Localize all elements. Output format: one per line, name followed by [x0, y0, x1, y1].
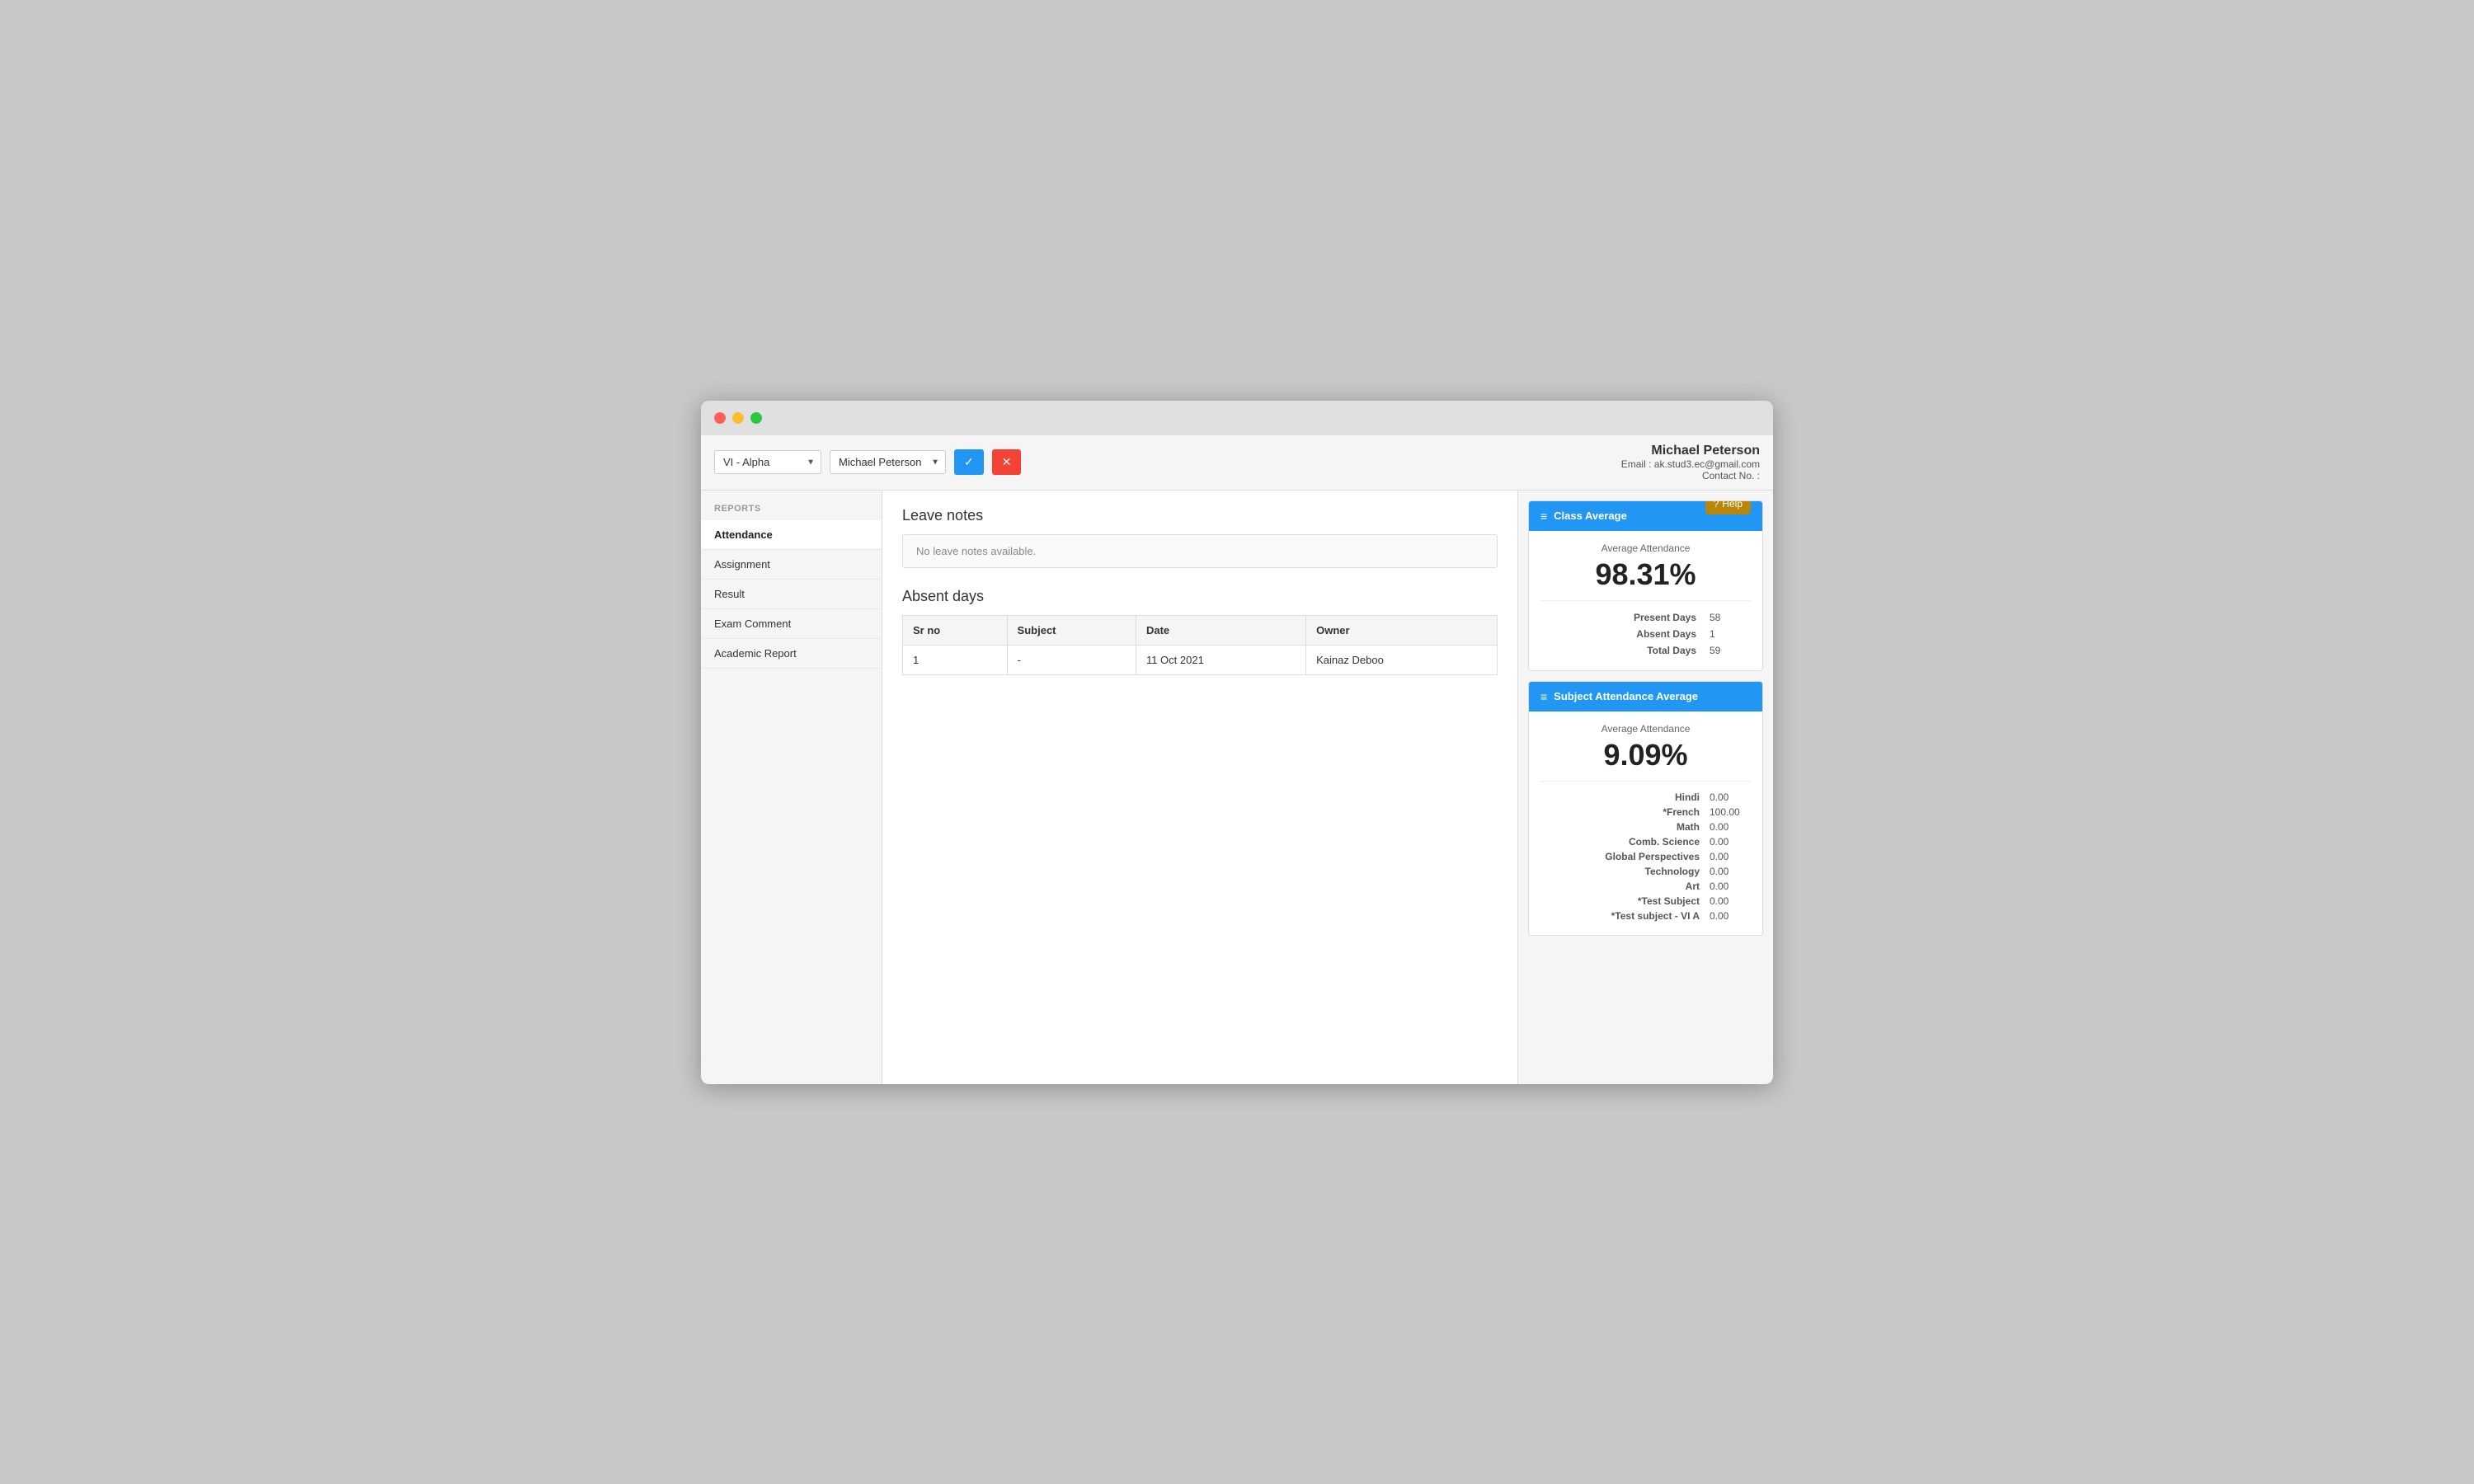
- user-email: Email : ak.stud3.ec@gmail.com: [1621, 458, 1760, 470]
- leave-notes-box: No leave notes available.: [902, 534, 1498, 568]
- subject-name: *Test Subject: [1540, 895, 1710, 907]
- subject-row: Math0.00: [1540, 819, 1751, 834]
- absent-days-label: Absent Days: [1540, 628, 1696, 640]
- absent-days-title: Absent days: [902, 588, 1498, 605]
- subject-value: 0.00: [1710, 881, 1751, 892]
- subject-row: *Test Subject0.00: [1540, 894, 1751, 909]
- main-content: REPORTS Attendance Assignment Result Exa…: [701, 491, 1773, 1084]
- email-value: ak.stud3.ec@gmail.com: [1654, 458, 1760, 470]
- subject-name: *Test subject - VI A: [1540, 910, 1710, 922]
- total-days-label: Total Days: [1540, 645, 1696, 656]
- class-average-card: ≡ Class Average ? Help Average Attendanc…: [1528, 500, 1763, 671]
- contact-label: Contact No. :: [1702, 470, 1760, 481]
- sidebar-item-exam-comment[interactable]: Exam Comment: [701, 609, 882, 639]
- subject-value: 0.00: [1710, 910, 1751, 922]
- subject-attendance-card: ≡ Subject Attendance Average Average Att…: [1528, 681, 1763, 936]
- cell-date: 11 Oct 2021: [1136, 645, 1305, 674]
- subject-value: 100.00: [1710, 806, 1751, 818]
- subject-row: *Test subject - VI A0.00: [1540, 909, 1751, 923]
- present-days-label: Present Days: [1540, 612, 1696, 623]
- class-stats-table: Present Days 58 Absent Days 1 Total Days…: [1540, 600, 1751, 659]
- help-icon: ?: [1714, 500, 1719, 510]
- sidebar-section-label: REPORTS: [701, 504, 882, 520]
- sidebar-item-academic-report[interactable]: Academic Report: [701, 639, 882, 669]
- cell-owner: Kainaz Deboo: [1306, 645, 1498, 674]
- subject-row: Hindi0.00: [1540, 790, 1751, 805]
- sidebar: REPORTS Attendance Assignment Result Exa…: [701, 491, 882, 1084]
- sidebar-item-assignment[interactable]: Assignment: [701, 550, 882, 580]
- sidebar-item-result[interactable]: Result: [701, 580, 882, 609]
- subject-name: Math: [1540, 821, 1710, 833]
- subject-attendance-body: Average Attendance 9.09% Hindi0.00*Frenc…: [1529, 711, 1762, 935]
- class-avg-icon: ≡: [1540, 510, 1547, 523]
- subject-name: Art: [1540, 881, 1710, 892]
- student-select[interactable]: Michael Peterson John Doe: [830, 450, 946, 474]
- class-avg-value: 98.31%: [1540, 557, 1751, 592]
- toolbar: VI - Alpha VI - Beta VII - Alpha ▼ Micha…: [701, 435, 1773, 491]
- subject-value: 0.00: [1710, 895, 1751, 907]
- col-owner: Owner: [1306, 615, 1498, 645]
- subject-row: Comb. Science0.00: [1540, 834, 1751, 849]
- subject-value: 0.00: [1710, 791, 1751, 803]
- content-area: Leave notes No leave notes available. Ab…: [882, 491, 1517, 1084]
- subject-name: Hindi: [1540, 791, 1710, 803]
- class-select-wrapper[interactable]: VI - Alpha VI - Beta VII - Alpha ▼: [714, 450, 821, 474]
- class-select[interactable]: VI - Alpha VI - Beta VII - Alpha: [714, 450, 821, 474]
- present-days-row: Present Days 58: [1540, 609, 1751, 626]
- cancel-button[interactable]: ✕: [992, 449, 1022, 475]
- absent-days-row: Absent Days 1: [1540, 626, 1751, 642]
- app-window: VI - Alpha VI - Beta VII - Alpha ▼ Micha…: [701, 401, 1773, 1084]
- subject-name: *French: [1540, 806, 1710, 818]
- subject-avg-label: Average Attendance: [1540, 723, 1751, 735]
- subject-avg-title: Subject Attendance Average: [1554, 690, 1698, 702]
- sidebar-item-attendance[interactable]: Attendance: [701, 520, 882, 550]
- maximize-dot[interactable]: [750, 412, 762, 424]
- right-panel: ≡ Class Average ? Help Average Attendanc…: [1517, 491, 1773, 1084]
- col-date: Date: [1136, 615, 1305, 645]
- col-subject: Subject: [1007, 615, 1136, 645]
- help-label: Help: [1722, 500, 1743, 510]
- table-row: 1-11 Oct 2021Kainaz Deboo: [903, 645, 1498, 674]
- total-days-value: 59: [1710, 645, 1751, 656]
- user-info: Michael Peterson Email : ak.stud3.ec@gma…: [1621, 444, 1760, 481]
- cell-sr: 1: [903, 645, 1008, 674]
- subject-avg-value: 9.09%: [1540, 738, 1751, 773]
- total-days-row: Total Days 59: [1540, 642, 1751, 659]
- class-avg-label: Average Attendance: [1540, 542, 1751, 554]
- subject-name: Global Perspectives: [1540, 851, 1710, 862]
- subject-name: Technology: [1540, 866, 1710, 877]
- col-srno: Sr no: [903, 615, 1008, 645]
- leave-notes-empty: No leave notes available.: [916, 545, 1036, 557]
- subject-attendance-header: ≡ Subject Attendance Average: [1529, 682, 1762, 711]
- subject-avg-icon: ≡: [1540, 690, 1547, 703]
- subject-stats-table: Hindi0.00*French100.00Math0.00Comb. Scie…: [1540, 781, 1751, 923]
- class-avg-title: Class Average: [1554, 510, 1627, 522]
- leave-notes-title: Leave notes: [902, 507, 1498, 524]
- class-average-body: ? Help Average Attendance 98.31% Present…: [1529, 531, 1762, 670]
- titlebar: [701, 401, 1773, 435]
- present-days-value: 58: [1710, 612, 1751, 623]
- subject-value: 0.00: [1710, 866, 1751, 877]
- absent-days-value: 1: [1710, 628, 1751, 640]
- cell-subject: -: [1007, 645, 1136, 674]
- help-button[interactable]: ? Help: [1705, 500, 1751, 514]
- subject-value: 0.00: [1710, 836, 1751, 848]
- subject-name: Comb. Science: [1540, 836, 1710, 848]
- confirm-button[interactable]: ✓: [954, 449, 984, 475]
- email-label: Email :: [1621, 458, 1652, 470]
- subject-row: Global Perspectives0.00: [1540, 849, 1751, 864]
- subject-value: 0.00: [1710, 851, 1751, 862]
- subject-row: Technology0.00: [1540, 864, 1751, 879]
- absent-days-table: Sr no Subject Date Owner 1-11 Oct 2021Ka…: [902, 615, 1498, 675]
- subject-row: *French100.00: [1540, 805, 1751, 819]
- subject-value: 0.00: [1710, 821, 1751, 833]
- minimize-dot[interactable]: [732, 412, 744, 424]
- user-contact: Contact No. :: [1621, 470, 1760, 481]
- close-dot[interactable]: [714, 412, 726, 424]
- subject-row: Art0.00: [1540, 879, 1751, 894]
- student-select-wrapper[interactable]: Michael Peterson John Doe ▼: [830, 450, 946, 474]
- user-name: Michael Peterson: [1621, 444, 1760, 458]
